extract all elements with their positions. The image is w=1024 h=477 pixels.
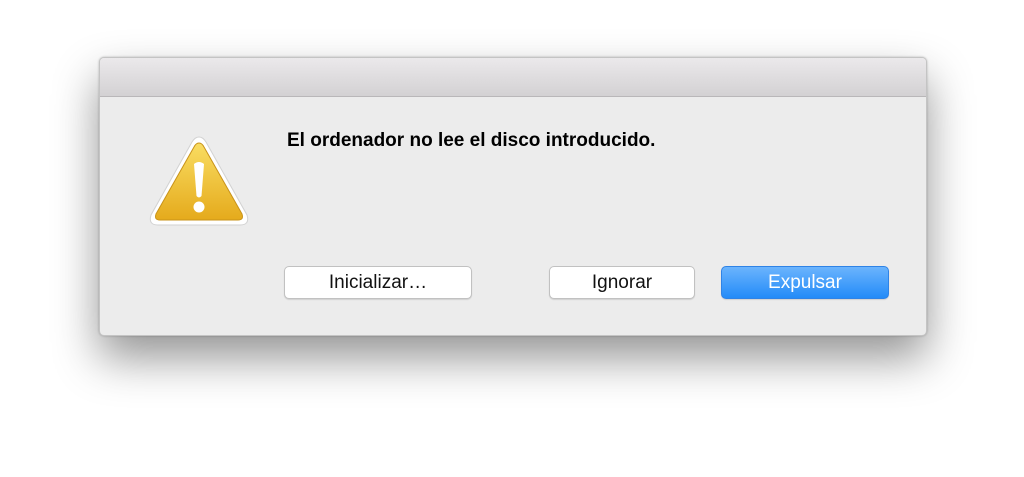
initialize-button[interactable]: Inicializar… (284, 266, 472, 299)
alert-dialog: El ordenador no lee el disco introducido… (99, 57, 927, 336)
alert-message: El ordenador no lee el disco introducido… (287, 130, 656, 151)
dialog-titlebar[interactable] (100, 58, 926, 97)
warning-triangle-icon (149, 136, 249, 226)
ignore-button[interactable]: Ignorar (549, 266, 695, 299)
eject-button[interactable]: Expulsar (721, 266, 889, 299)
